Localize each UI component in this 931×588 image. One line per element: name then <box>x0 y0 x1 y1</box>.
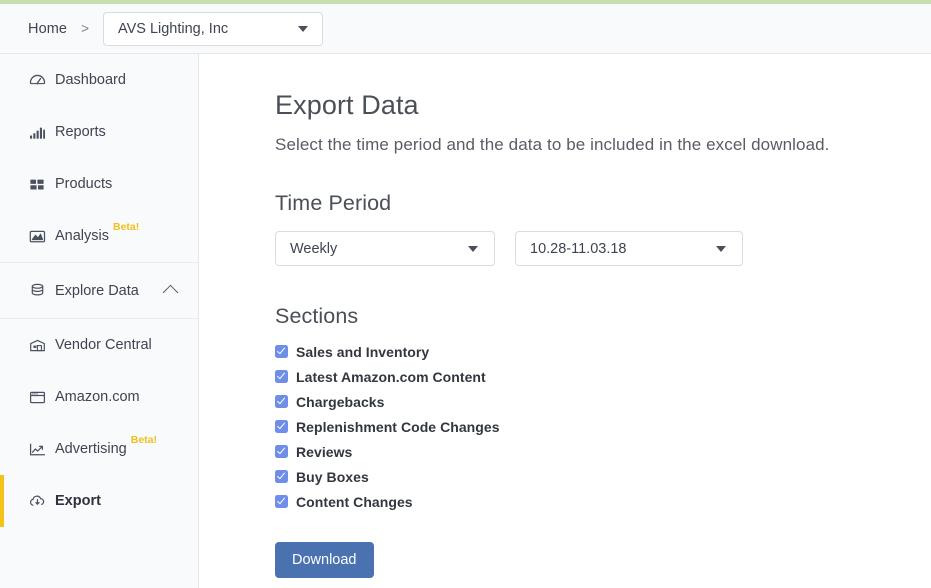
checkbox-checked-icon[interactable] <box>275 420 288 433</box>
sidebar-item-label: Advertising <box>55 441 127 457</box>
checkbox-checked-icon[interactable] <box>275 445 288 458</box>
grid-squares-icon <box>29 176 46 193</box>
area-chart-icon <box>29 228 46 245</box>
checkbox-checked-icon[interactable] <box>275 470 288 483</box>
beta-badge: Beta! <box>130 434 157 446</box>
page-title: Export Data <box>275 90 419 120</box>
sidebar-item-label: Amazon.com <box>55 389 140 405</box>
database-icon <box>29 282 46 299</box>
sidebar-item-products[interactable]: Products <box>0 158 198 210</box>
date-range-select[interactable]: 10.28-11.03.18 <box>515 231 743 266</box>
main-content: Export Data Select the time period and t… <box>199 54 931 588</box>
checkbox-row[interactable]: Buy Boxes <box>275 464 931 489</box>
granularity-select[interactable]: Weekly <box>275 231 495 266</box>
trending-up-chart-icon <box>29 441 46 458</box>
sidebar-item-label: Reports <box>55 124 106 140</box>
checkbox-label: Replenishment Code Changes <box>296 418 500 435</box>
sidebar-item-reports[interactable]: Reports <box>0 106 198 158</box>
sections-checkbox-list: Sales and Inventory Latest Amazon.com Co… <box>275 339 931 514</box>
checkbox-label: Latest Amazon.com Content <box>296 368 486 385</box>
granularity-select-value: Weekly <box>290 240 338 257</box>
chevron-up-icon[interactable] <box>162 284 179 301</box>
sidebar-item-analysis[interactable]: Analysis Beta! <box>0 210 198 262</box>
sidebar-item-label: Export <box>55 493 101 509</box>
sidebar-item-vendor-central[interactable]: Vendor Central <box>0 319 198 371</box>
beta-badge: Beta! <box>113 221 140 233</box>
speedometer-icon <box>29 72 46 89</box>
sidebar-group-explore-data[interactable]: Explore Data <box>0 262 198 319</box>
checkbox-checked-icon[interactable] <box>275 370 288 383</box>
browser-window-icon <box>29 389 46 406</box>
checkbox-row[interactable]: Chargebacks <box>275 389 931 414</box>
checkbox-row[interactable]: Content Changes <box>275 489 931 514</box>
warehouse-icon <box>29 337 46 354</box>
checkbox-label: Chargebacks <box>296 393 385 410</box>
breadcrumb-separator: > <box>81 21 89 36</box>
checkbox-label: Sales and Inventory <box>296 343 430 360</box>
sidebar-item-label: Dashboard <box>55 72 126 88</box>
sidebar: Dashboard Reports Products Analysis Beta… <box>0 54 199 588</box>
checkbox-row[interactable]: Latest Amazon.com Content <box>275 364 931 389</box>
checkbox-label: Reviews <box>296 443 353 460</box>
sidebar-group-label: Explore Data <box>55 282 139 299</box>
top-bar: Home > AVS Lighting, Inc <box>0 4 931 54</box>
organization-select[interactable]: AVS Lighting, Inc <box>102 11 323 46</box>
sidebar-item-label: Vendor Central <box>55 337 152 353</box>
sections-heading: Sections <box>275 304 359 328</box>
bar-chart-icon <box>29 124 46 141</box>
chevron-down-icon <box>297 25 308 32</box>
page-subtitle: Select the time period and the data to b… <box>275 135 830 154</box>
cloud-download-icon <box>29 493 46 510</box>
time-period-controls: Weekly 10.28-11.03.18 <box>275 231 931 266</box>
download-button[interactable]: Download <box>275 542 374 578</box>
checkbox-checked-icon[interactable] <box>275 395 288 408</box>
sidebar-item-label: Analysis <box>55 228 109 244</box>
body-split: Dashboard Reports Products Analysis Beta… <box>0 54 931 588</box>
date-range-select-value: 10.28-11.03.18 <box>530 240 627 257</box>
chevron-down-icon <box>716 245 726 252</box>
organization-select-value: AVS Lighting, Inc <box>117 20 229 37</box>
checkbox-label: Buy Boxes <box>296 468 369 485</box>
checkbox-label: Content Changes <box>296 493 413 510</box>
app-root: Home > AVS Lighting, Inc Dashboard Repor… <box>0 0 931 588</box>
checkbox-checked-icon[interactable] <box>275 495 288 508</box>
sidebar-item-dashboard[interactable]: Dashboard <box>0 54 198 106</box>
checkbox-row[interactable]: Replenishment Code Changes <box>275 414 931 439</box>
sidebar-item-advertising[interactable]: Advertising Beta! <box>0 423 198 475</box>
checkbox-checked-icon[interactable] <box>275 345 288 358</box>
sidebar-item-export[interactable]: Export <box>0 475 198 527</box>
sidebar-item-label: Products <box>55 176 113 192</box>
chevron-down-icon <box>468 245 478 252</box>
checkbox-row[interactable]: Sales and Inventory <box>275 339 931 364</box>
sidebar-item-amazon-com[interactable]: Amazon.com <box>0 371 198 423</box>
breadcrumb-home-link[interactable]: Home <box>28 21 67 37</box>
checkbox-row[interactable]: Reviews <box>275 439 931 464</box>
time-period-heading: Time Period <box>275 191 392 215</box>
